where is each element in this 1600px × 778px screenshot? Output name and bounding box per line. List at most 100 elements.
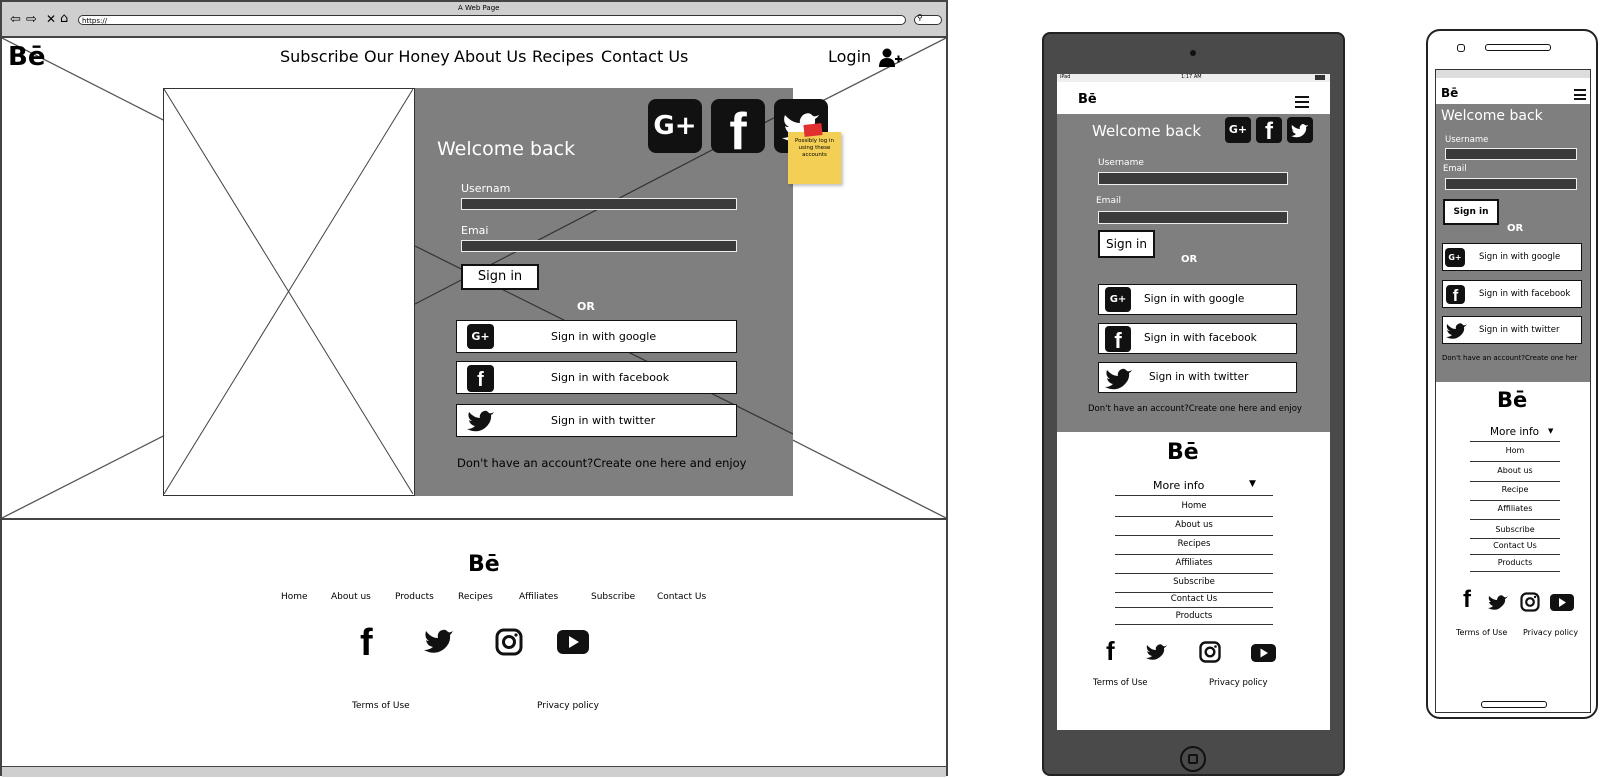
facebook-large-icon[interactable]: f: [711, 99, 765, 161]
tablet-footer-link[interactable]: Contact Us: [1115, 593, 1273, 608]
phone-footer-link[interactable]: About us: [1470, 462, 1560, 482]
phone-twitter-signin-button[interactable]: Sign in with twitter: [1442, 316, 1582, 344]
tablet-more-info-dropdown[interactable]: More info ▼: [1115, 477, 1273, 496]
tablet-facebook-icon[interactable]: f: [1256, 117, 1282, 145]
nav-about-us[interactable]: About Us: [454, 47, 526, 66]
tablet-signup-prompt[interactable]: Don't have an account?Create one here an…: [1088, 404, 1302, 414]
nav-subscribe[interactable]: Subscribe: [280, 47, 359, 66]
tablet-instagram-footer-icon[interactable]: [1199, 641, 1221, 663]
footer-link-home[interactable]: Home: [281, 592, 308, 602]
phone-facebook-signin-button[interactable]: f Sign in with facebook: [1442, 280, 1582, 308]
add-user-icon[interactable]: [878, 48, 902, 68]
phone-privacy-link[interactable]: Privacy policy: [1523, 628, 1578, 637]
tablet-facebook-signin-label: Sign in with facebook: [1144, 332, 1257, 344]
tablet-footer-logo: Bē: [1167, 440, 1199, 465]
tablet-footer-link[interactable]: Recipes: [1115, 536, 1273, 555]
tablet-sign-in-button[interactable]: Sign in: [1098, 230, 1155, 258]
phone-logo[interactable]: Bē: [1441, 86, 1458, 100]
phone-hamburger-icon[interactable]: [1574, 89, 1586, 100]
tablet-privacy-link[interactable]: Privacy policy: [1209, 678, 1268, 688]
phone-signup-prompt[interactable]: Don't have an account?Create one her: [1442, 354, 1577, 362]
phone-more-info-label: More info: [1490, 426, 1540, 438]
privacy-link[interactable]: Privacy policy: [537, 701, 599, 711]
tablet-google-signin-button[interactable]: G+ Sign in with google: [1098, 284, 1297, 315]
footer-link-contact[interactable]: Contact Us: [657, 592, 706, 602]
tablet-terms-link[interactable]: Terms of Use: [1093, 678, 1148, 688]
forward-icon[interactable]: ⇨: [26, 12, 37, 27]
twitter-footer-icon[interactable]: [424, 628, 454, 654]
back-icon[interactable]: ⇦: [10, 12, 21, 27]
tablet-username-input[interactable]: [1098, 172, 1288, 185]
tablet-facebook-signin-button[interactable]: f Sign in with facebook: [1098, 323, 1297, 354]
tablet-footer-link[interactable]: About us: [1115, 517, 1273, 536]
phone-footer-link[interactable]: Recipe: [1470, 482, 1560, 501]
phone-terms-link[interactable]: Terms of Use: [1456, 628, 1507, 637]
tablet-footer-link[interactable]: Subscribe: [1115, 574, 1273, 593]
instagram-footer-icon[interactable]: [495, 628, 523, 656]
google-signin-button[interactable]: G+ Sign in with google: [456, 320, 737, 353]
nav-recipes[interactable]: Recipes: [532, 47, 594, 66]
twitter-signin-button[interactable]: Sign in with twitter: [456, 404, 737, 437]
battery-icon: [1315, 75, 1325, 80]
phone-username-input[interactable]: [1445, 148, 1577, 160]
tablet-footer-link[interactable]: Affiliates: [1115, 555, 1273, 574]
phone-google-signin-button[interactable]: G+ Sign in with google: [1442, 243, 1582, 271]
facebook-signin-button[interactable]: f Sign in with facebook: [456, 361, 737, 394]
tablet-google-plus-icon[interactable]: G+: [1225, 117, 1251, 143]
tablet-twitter-btn-icon: [1105, 368, 1132, 390]
nav-our-honey[interactable]: Our Honey: [364, 47, 450, 66]
phone-footer-link[interactable]: Products: [1470, 555, 1560, 572]
tablet-hamburger-icon[interactable]: [1295, 96, 1309, 108]
tablet-footer-link[interactable]: Products: [1115, 608, 1273, 625]
tablet-twitter-icon[interactable]: [1287, 117, 1313, 143]
phone-footer-link[interactable]: Contact Us: [1470, 539, 1560, 555]
tablet-twitter-signin-button[interactable]: Sign in with twitter: [1098, 362, 1297, 393]
logo[interactable]: Bē: [8, 42, 45, 72]
google-plus-icon: G+: [467, 324, 494, 349]
phone-footer-link[interactable]: Affiliates: [1470, 501, 1560, 520]
tablet-logo[interactable]: Bē: [1078, 92, 1097, 107]
youtube-footer-icon[interactable]: [557, 630, 589, 654]
footer-link-products[interactable]: Products: [395, 592, 434, 602]
nav-contact-us[interactable]: Contact Us: [601, 47, 688, 66]
tablet-username-label: Username: [1098, 158, 1144, 168]
home-icon[interactable]: ⌂: [60, 11, 68, 26]
tablet-device: iPad 1:17 AM Bē Welcome back G+ f Userna…: [1042, 32, 1345, 776]
phone-facebook-btn-icon: f: [1446, 285, 1465, 305]
signup-prompt[interactable]: Don't have an account?Create one here an…: [457, 456, 746, 470]
phone-sign-in-button[interactable]: Sign in: [1443, 199, 1499, 225]
footer-link-recipes[interactable]: Recipes: [458, 592, 493, 602]
browser-title: A Web Page: [458, 4, 500, 12]
tablet-google-signin-label: Sign in with google: [1144, 293, 1245, 305]
tablet-email-input[interactable]: [1098, 211, 1288, 224]
phone-footer-link[interactable]: Hom: [1470, 444, 1560, 462]
login-link[interactable]: Login: [828, 47, 871, 66]
phone-google-btn-icon: G+: [1445, 248, 1465, 267]
footer-link-subscribe[interactable]: Subscribe: [591, 592, 635, 602]
email-input[interactable]: [461, 240, 737, 252]
tablet-facebook-footer-icon[interactable]: f: [1106, 636, 1115, 667]
or-divider: OR: [577, 300, 595, 313]
facebook-footer-icon[interactable]: f: [360, 622, 373, 665]
phone-twitter-footer-icon[interactable]: [1488, 594, 1509, 612]
phone-home-bar[interactable]: [1481, 701, 1547, 708]
phone-facebook-footer-icon[interactable]: f: [1463, 586, 1471, 614]
address-bar[interactable]: https://: [78, 15, 906, 25]
tablet-home-button[interactable]: [1180, 746, 1206, 772]
google-plus-large-icon[interactable]: G+: [648, 99, 702, 153]
phone-email-input[interactable]: [1445, 178, 1577, 190]
tablet-twitter-footer-icon[interactable]: [1146, 643, 1168, 662]
footer-link-about[interactable]: About us: [331, 592, 371, 602]
phone-footer-link[interactable]: Subscribe: [1470, 520, 1560, 539]
tablet-footer-link[interactable]: Home: [1115, 498, 1273, 517]
username-input[interactable]: [461, 198, 737, 210]
search-field[interactable]: ⚲: [914, 13, 942, 25]
phone-instagram-footer-icon[interactable]: [1520, 592, 1540, 612]
tablet-youtube-footer-icon[interactable]: [1251, 644, 1276, 662]
close-icon[interactable]: ✕: [46, 12, 56, 26]
phone-more-info-dropdown[interactable]: More info ▼: [1470, 425, 1560, 442]
footer-link-affiliates[interactable]: Affiliates: [519, 592, 558, 602]
sign-in-button[interactable]: Sign in: [461, 264, 539, 290]
phone-youtube-footer-icon[interactable]: [1550, 594, 1574, 611]
terms-link[interactable]: Terms of Use: [352, 701, 410, 711]
